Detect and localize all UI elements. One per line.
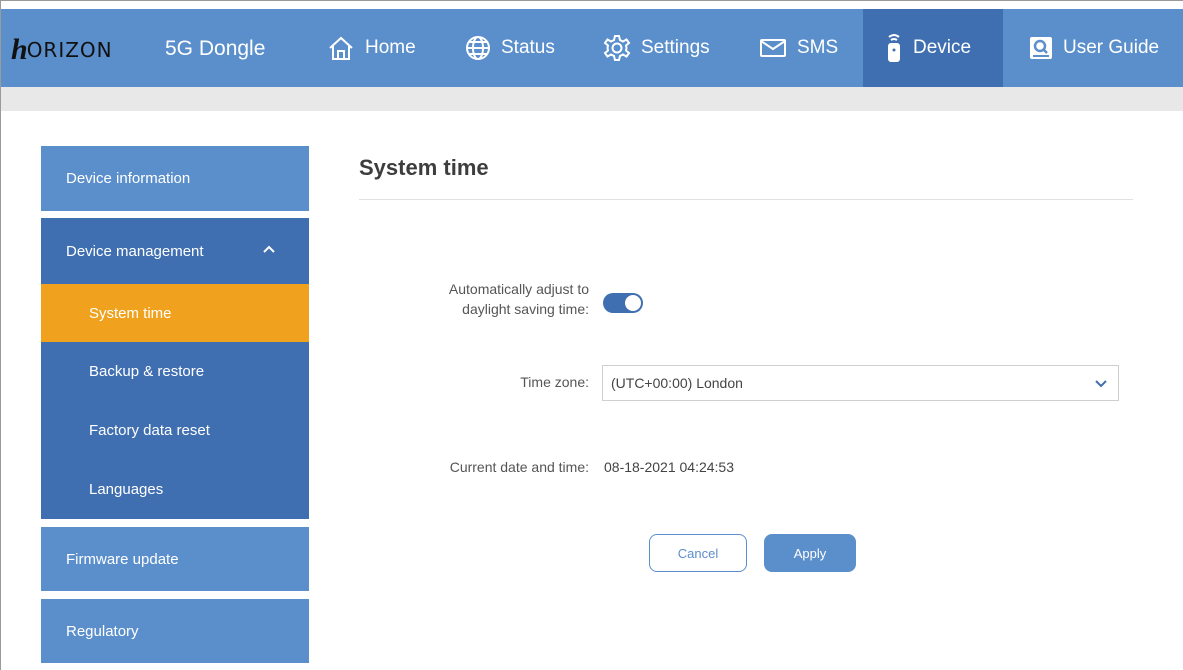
datetime-label: Current date and time:	[449, 459, 589, 475]
cancel-button[interactable]: Cancel	[649, 534, 747, 572]
page-title: System time	[359, 155, 489, 180]
dst-label-line1: Automatically adjust to	[448, 281, 589, 297]
nav-sms-label: SMS	[797, 37, 839, 58]
sidebar-subitem-label: Backup & restore	[89, 363, 205, 380]
title-divider	[359, 199, 1133, 200]
sidebar-item-label: Firmware update	[66, 550, 179, 568]
logo-mark: h	[11, 33, 28, 66]
dst-label: Automatically adjust to daylight saving …	[381, 279, 589, 319]
nav-device-label: Device	[913, 37, 972, 58]
sidebar-subitem-label: Languages	[89, 481, 164, 498]
nav-user-guide[interactable]: User Guide	[1029, 9, 1159, 87]
datetime-value: 08-18-2021 04:24:53	[604, 459, 734, 475]
dst-toggle[interactable]	[603, 293, 643, 313]
sidebar-subitem-backup-restore[interactable]: Backup & restore	[41, 342, 309, 401]
logo-text: ORIZON	[26, 38, 113, 62]
envelope-icon	[760, 39, 786, 57]
guide-icon	[1030, 37, 1052, 59]
sidebar-subitem-languages[interactable]: Languages	[41, 460, 309, 519]
nav-home[interactable]: Home	[327, 9, 416, 87]
sidebar-subitem-label: Factory data reset	[89, 422, 210, 439]
device-icon	[888, 34, 900, 62]
timezone-selected-value: (UTC+00:00) London	[611, 375, 743, 391]
product-name: 5G Dongle	[165, 37, 266, 60]
timezone-select[interactable]: (UTC+00:00) London	[602, 365, 1119, 401]
sidebar-item-device-management[interactable]: Device management	[41, 218, 309, 284]
sub-header-bar	[1, 87, 1183, 111]
brand-logo: h ORIZON	[11, 33, 113, 66]
gear-icon	[603, 35, 631, 61]
top-navigation-bar: h ORIZON 5G Dongle Home Status Settings	[1, 9, 1183, 87]
sidebar-subitem-factory-data-reset[interactable]: Factory data reset	[41, 401, 309, 460]
timezone-label: Time zone:	[520, 374, 589, 390]
apply-button[interactable]: Apply	[764, 534, 856, 572]
globe-icon	[466, 36, 490, 60]
chevron-down-icon	[1095, 380, 1107, 388]
sidebar-item-regulatory[interactable]: Regulatory	[41, 599, 309, 663]
chevron-up-icon	[263, 245, 275, 253]
nav-home-label: Home	[365, 37, 416, 58]
sidebar-subitem-label: System time	[89, 304, 172, 322]
nav-sms[interactable]: SMS	[759, 9, 838, 87]
sidebar-subitem-system-time[interactable]: System time	[41, 284, 309, 342]
nav-device[interactable]: Device	[863, 9, 1003, 87]
sidebar-item-label: Device management	[66, 242, 204, 260]
sidebar-item-label: Regulatory	[66, 622, 139, 640]
dst-label-line2: daylight saving time:	[462, 301, 589, 317]
sidebar-item-firmware-update[interactable]: Firmware update	[41, 527, 309, 591]
browser-frame: h ORIZON 5G Dongle Home Status Settings	[0, 0, 1183, 670]
home-icon	[329, 36, 353, 60]
nav-settings[interactable]: Settings	[603, 9, 710, 87]
sidebar-item-device-information[interactable]: Device information	[41, 146, 309, 211]
sidebar-item-label: Device information	[66, 170, 191, 187]
nav-settings-label: Settings	[641, 37, 710, 58]
toggle-knob	[625, 295, 641, 311]
nav-status-label: Status	[501, 37, 555, 58]
nav-status[interactable]: Status	[465, 9, 555, 87]
nav-user-guide-label: User Guide	[1063, 37, 1160, 58]
